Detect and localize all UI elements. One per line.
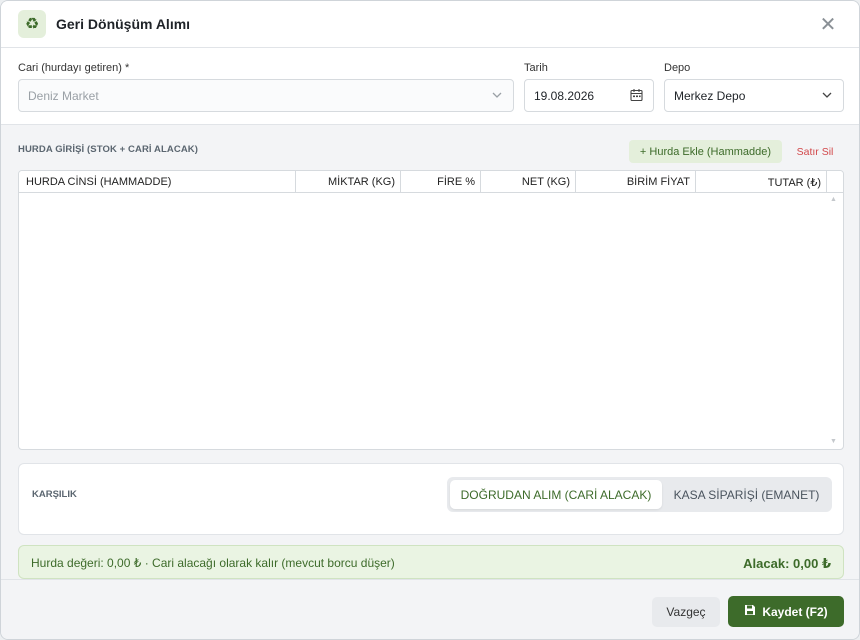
calendar-icon[interactable] [630,88,643,105]
date-value: 19.08.2026 [534,88,595,103]
tarih-label: Tarih [524,62,548,74]
karsilik-segmented-control: DOĞRUDAN ALIM (CARİ ALACAK) KASA SİPARİŞ… [447,477,832,512]
cari-label: Cari (hurdayı getiren) * [18,62,130,74]
summary-bar: Hurda değeri: 0,00 ₺ · Cari alacağı olar… [18,545,844,579]
column-header-tutar[interactable]: TUTAR (₺) [696,171,827,193]
dialog-titlebar: ♻ Geri Dönüşüm Alımı ✕ [1,1,859,48]
column-header-fire[interactable]: FİRE % [401,171,481,193]
save-label: Kaydet (F2) [762,604,828,619]
column-header-birim-fiyat[interactable]: BİRİM FİYAT [576,171,696,193]
karsilik-panel: KARŞILIK DOĞRUDAN ALIM (CARİ ALACAK) KAS… [18,463,844,535]
column-header-hurda-cinsi[interactable]: HURDA CİNSİ (HAMMADDE) [19,171,296,193]
cari-value: Deniz Market [28,88,99,103]
cari-select[interactable]: Deniz Market [18,79,514,112]
receivable-total: Alacak: 0,00 ₺ [743,556,831,571]
date-input[interactable]: 19.08.2026 [524,79,654,112]
dialog-footer: Vazgeç Kaydet (F2) [1,579,859,639]
chevron-down-icon [491,89,503,104]
depo-value: Merkez Depo [674,88,746,103]
recycle-purchase-dialog: ♻ Geri Dönüşüm Alımı ✕ Cari (hurdayı get… [0,0,860,640]
scroll-up-icon[interactable]: ▲ [830,196,837,203]
depo-select[interactable]: Merkez Depo [664,79,844,112]
save-button[interactable]: Kaydet (F2) [728,596,844,627]
scrap-value-text: Hurda değeri: 0,00 ₺ · Cari alacağı olar… [31,556,395,570]
grid-header: HURDA CİNSİ (HAMMADDE) MİKTAR (KG) FİRE … [19,171,843,193]
header-form: Cari (hurdayı getiren) * Deniz Market Ta… [1,48,859,125]
hurda-section-title: HURDA GİRİŞİ (STOK + CARİ ALACAK) [18,144,199,155]
chevron-down-icon [821,89,833,104]
close-icon[interactable]: ✕ [817,13,839,36]
cancel-button[interactable]: Vazgeç [652,597,720,627]
depo-label: Depo [664,62,691,74]
option-cash-order[interactable]: KASA SİPARİŞİ (EMANET) [664,480,829,509]
save-icon [744,604,756,619]
delete-row-button[interactable]: Satır Sil [789,140,841,163]
scrap-grid[interactable]: HURDA CİNSİ (HAMMADDE) MİKTAR (KG) FİRE … [18,170,844,450]
recycle-icon: ♻ [18,10,46,38]
karsilik-label: KARŞILIK [32,489,77,500]
scroll-down-icon[interactable]: ▼ [830,438,837,445]
column-header-miktar[interactable]: MİKTAR (KG) [296,171,401,193]
add-scrap-button[interactable]: + Hurda Ekle (Hammadde) [629,140,782,163]
dialog-title: Geri Dönüşüm Alımı [56,16,191,32]
column-header-net[interactable]: NET (KG) [481,171,576,193]
option-direct-purchase[interactable]: DOĞRUDAN ALIM (CARİ ALACAK) [450,480,662,509]
